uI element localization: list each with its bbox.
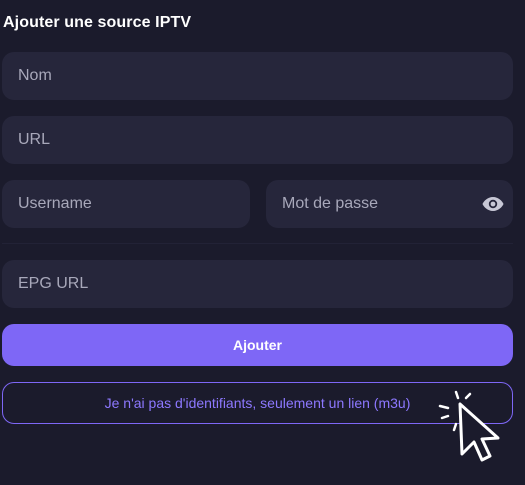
hand-pointer-click-icon bbox=[438, 390, 500, 462]
epg-url-placeholder: EPG URL bbox=[18, 275, 89, 292]
add-button[interactable]: Ajouter bbox=[2, 324, 513, 366]
password-placeholder: Mot de passe bbox=[282, 195, 379, 212]
name-placeholder: Nom bbox=[18, 67, 52, 84]
password-field[interactable]: Mot de passe bbox=[266, 180, 513, 228]
url-placeholder: URL bbox=[18, 131, 51, 148]
eye-icon[interactable] bbox=[481, 192, 505, 216]
username-field[interactable]: Username bbox=[2, 180, 250, 228]
name-field[interactable]: Nom bbox=[2, 52, 513, 100]
username-placeholder: Username bbox=[18, 195, 92, 212]
section-divider bbox=[2, 243, 513, 244]
page-title: Ajouter une source IPTV bbox=[3, 14, 192, 31]
url-field[interactable]: URL bbox=[2, 116, 513, 164]
add-iptv-source-form: Ajouter une source IPTV Nom URL Username… bbox=[0, 0, 525, 485]
epg-url-field[interactable]: EPG URL bbox=[2, 260, 513, 308]
